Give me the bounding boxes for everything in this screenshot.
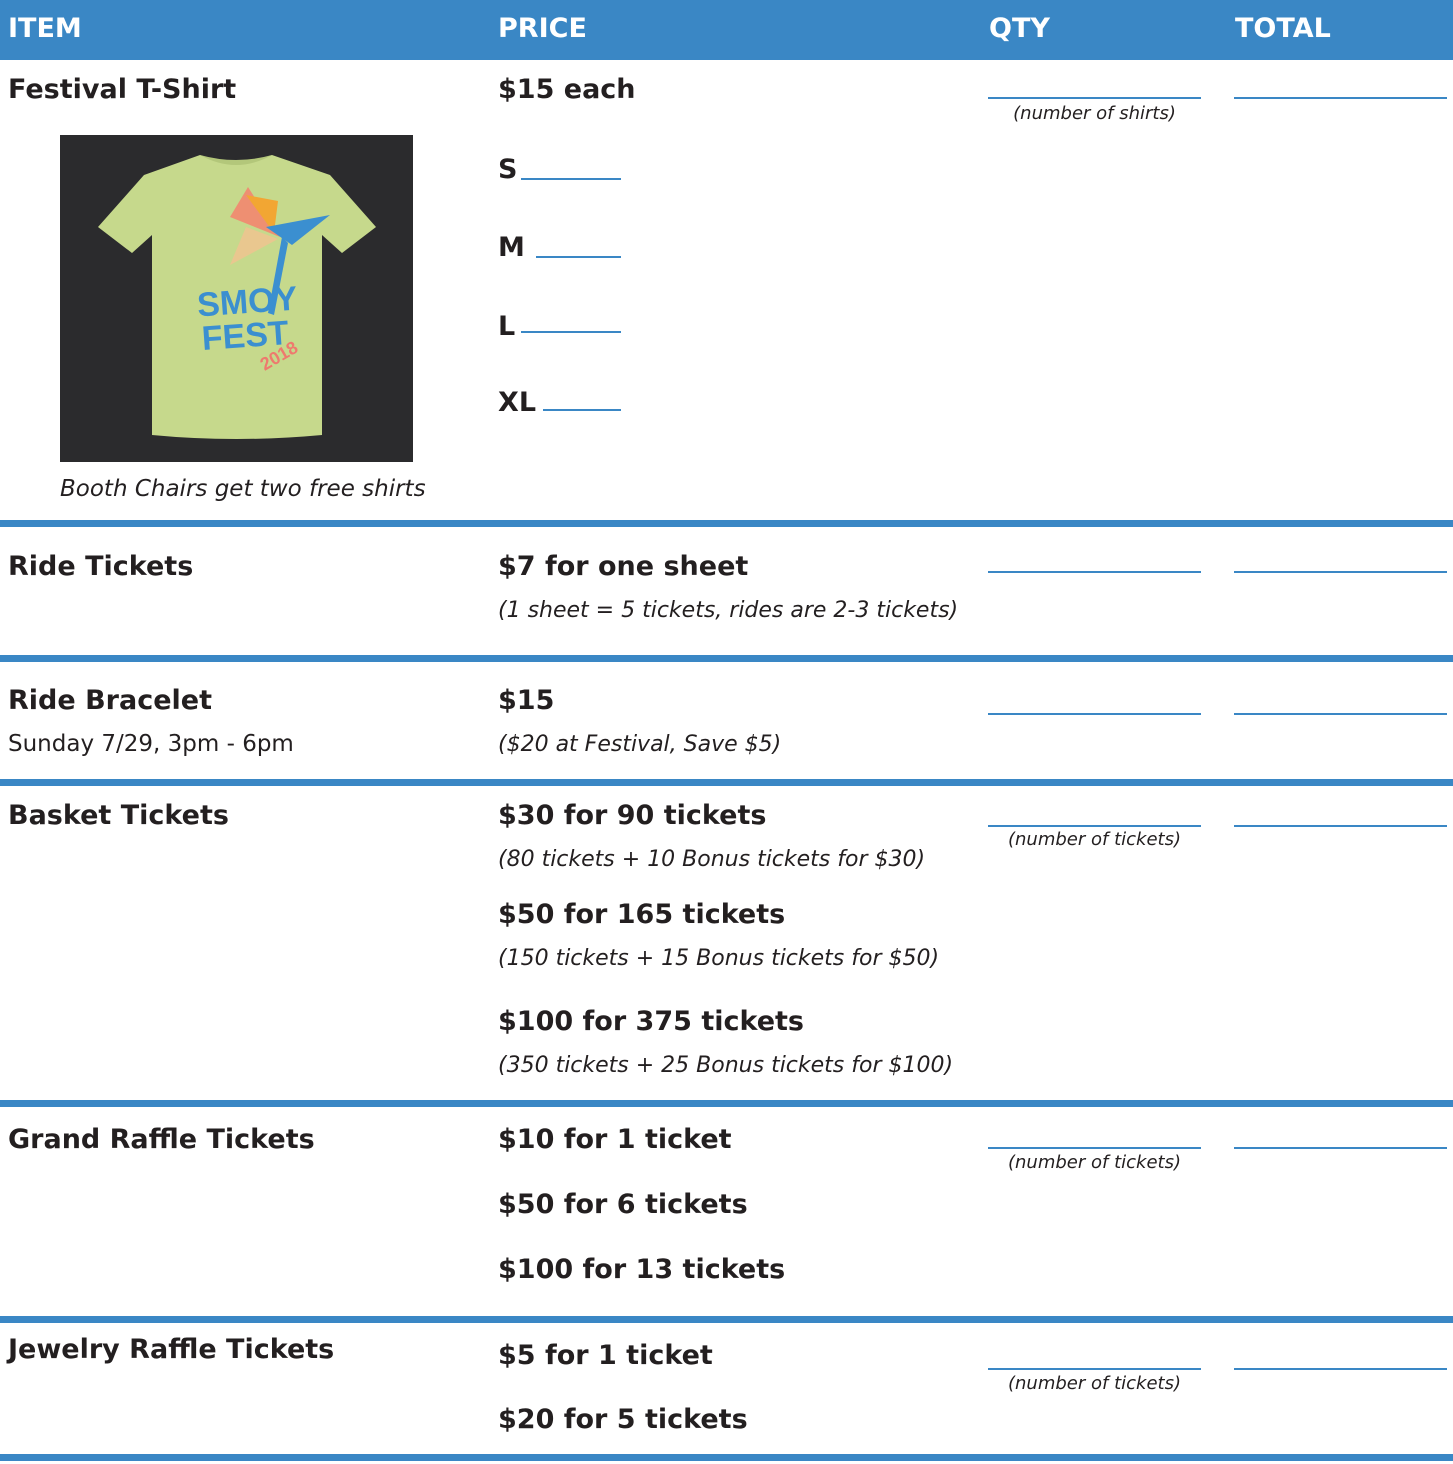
header-total: TOTAL [1235, 13, 1331, 44]
jewelry-raffle-name: Jewelry Raffle Tickets [8, 1334, 335, 1365]
header-qty: QTY [989, 13, 1050, 44]
basket-tickets-name: Basket Tickets [8, 800, 229, 831]
ride-tickets-price: $7 for one sheet [498, 551, 749, 582]
ride-bracelet-total-field[interactable] [1234, 713, 1447, 715]
basket-total-field[interactable] [1234, 825, 1447, 827]
tshirt-name: Festival T-Shirt [8, 74, 237, 105]
jewelry-raffle-qty-field[interactable] [988, 1368, 1201, 1370]
grand-raffle-total-field[interactable] [1234, 1147, 1447, 1149]
section-divider [0, 520, 1453, 527]
grand-raffle-qty-hint: (number of tickets) [1008, 1152, 1181, 1173]
ride-bracelet-time: Sunday 7/29, 3pm - 6pm [8, 731, 294, 757]
jewelry-raffle-total-field[interactable] [1234, 1368, 1447, 1370]
basket-option-price: $50 for 165 tickets [498, 899, 786, 930]
header-price: PRICE [498, 13, 587, 44]
grand-raffle-option: $100 for 13 tickets [498, 1254, 786, 1285]
tshirt-qty-field[interactable] [988, 97, 1201, 99]
ride-bracelet-note: ($20 at Festival, Save $5) [498, 732, 782, 757]
grand-raffle-option: $50 for 6 tickets [498, 1189, 748, 1220]
basket-option-note: (150 tickets + 15 Bonus tickets for $50) [498, 946, 940, 971]
tshirt-image: SMOY FEST 2018 [60, 135, 413, 462]
jewelry-raffle-option: $20 for 5 tickets [498, 1404, 748, 1435]
size-label-m: M [498, 232, 525, 263]
size-field-l[interactable] [521, 331, 621, 333]
basket-qty-field[interactable] [988, 825, 1201, 827]
size-label-xl: XL [498, 387, 537, 418]
jewelry-raffle-qty-hint: (number of tickets) [1008, 1373, 1181, 1394]
size-field-m[interactable] [536, 256, 621, 258]
basket-option-note: (80 tickets + 10 Bonus tickets for $30) [498, 847, 926, 872]
tshirt-total-field[interactable] [1234, 97, 1447, 99]
header-item: ITEM [8, 13, 82, 44]
grand-raffle-qty-field[interactable] [988, 1147, 1201, 1149]
basket-option-note: (350 tickets + 25 Bonus tickets for $100… [498, 1053, 954, 1078]
jewelry-raffle-option: $5 for 1 ticket [498, 1340, 713, 1371]
tshirt-qty-hint: (number of shirts) [1013, 103, 1176, 124]
section-divider [0, 655, 1453, 662]
grand-raffle-name: Grand Raffle Tickets [8, 1124, 315, 1155]
section-divider [0, 1316, 1453, 1323]
section-divider [0, 1454, 1453, 1461]
section-divider [0, 1100, 1453, 1107]
ride-tickets-name: Ride Tickets [8, 551, 194, 582]
ride-bracelet-qty-field[interactable] [988, 713, 1201, 715]
size-label-l: L [498, 311, 516, 342]
ride-bracelet-price: $15 [498, 685, 555, 716]
size-field-s[interactable] [521, 178, 621, 180]
basket-qty-hint: (number of tickets) [1008, 829, 1181, 850]
ride-tickets-qty-field[interactable] [988, 571, 1201, 573]
ride-bracelet-name: Ride Bracelet [8, 685, 212, 716]
grand-raffle-option: $10 for 1 ticket [498, 1124, 732, 1155]
tshirt-illustration: SMOY FEST 2018 [60, 135, 413, 462]
tshirt-price: $15 each [498, 74, 636, 105]
size-field-xl[interactable] [543, 409, 621, 411]
ride-tickets-total-field[interactable] [1234, 571, 1447, 573]
basket-option-price: $30 for 90 tickets [498, 800, 767, 831]
tshirt-caption: Booth Chairs get two free shirts [60, 476, 426, 502]
ride-tickets-note: (1 sheet = 5 tickets, rides are 2-3 tick… [498, 598, 959, 623]
section-divider [0, 779, 1453, 786]
size-label-s: S [498, 154, 518, 185]
basket-option-price: $100 for 375 tickets [498, 1006, 805, 1037]
